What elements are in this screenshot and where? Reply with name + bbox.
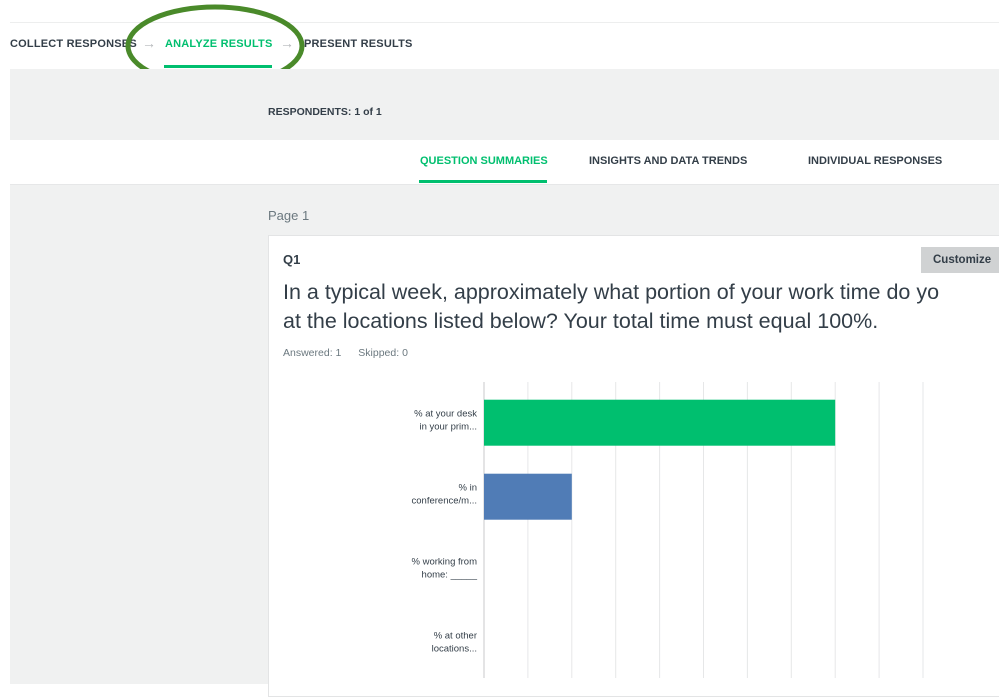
survey-step-nav: COLLECT RESPONSES → ANALYZE RESULTS → PR… <box>10 22 999 70</box>
arrow-right-icon: → <box>280 35 294 51</box>
analyze-results-link[interactable]: ANALYZE RESULTS <box>165 38 273 50</box>
question-text: In a typical week, approximately what po… <box>283 278 999 336</box>
results-tabs: QUESTION SUMMARIES INSIGHTS AND DATA TRE… <box>10 140 999 185</box>
respondents-count: RESPONDENTS: 1 of 1 <box>268 106 382 118</box>
page-label: Page 1 <box>268 208 310 223</box>
bar-1[interactable] <box>484 473 572 520</box>
category-label: % working from home: _____ <box>412 557 478 581</box>
category-label: % at other locations... <box>432 631 477 655</box>
bar-0[interactable] <box>484 399 836 446</box>
question-text-line-1: In a typical week, approximately what po… <box>283 280 940 304</box>
question-text-line-2: at the locations listed below? Your tota… <box>283 309 879 333</box>
active-step-underline <box>164 65 272 68</box>
answered-count: Answered: 1 <box>283 347 342 359</box>
tab-question-summaries[interactable]: QUESTION SUMMARIES <box>420 155 548 167</box>
category-label: % at your desk in your prim... <box>414 409 477 433</box>
active-tab-underline <box>419 180 547 183</box>
skipped-count: Skipped: 0 <box>358 347 408 359</box>
response-bar-chart: % at your desk in your prim... % in confere… <box>412 382 924 678</box>
question-number: Q1 <box>283 252 301 267</box>
present-results-link[interactable]: PRESENT RESULTS <box>304 38 413 50</box>
arrow-right-icon: → <box>142 35 156 51</box>
collect-responses-link[interactable]: COLLECT RESPONSES <box>10 38 137 50</box>
customize-button[interactable]: Customize <box>921 247 999 273</box>
question-stats: Answered: 1 Skipped: 0 <box>283 347 422 359</box>
category-label: % in conference/m... <box>412 483 477 507</box>
tab-insights-and-data-trends[interactable]: INSIGHTS AND DATA TRENDS <box>589 155 747 167</box>
tab-individual-responses[interactable]: INDIVIDUAL RESPONSES <box>808 155 942 167</box>
